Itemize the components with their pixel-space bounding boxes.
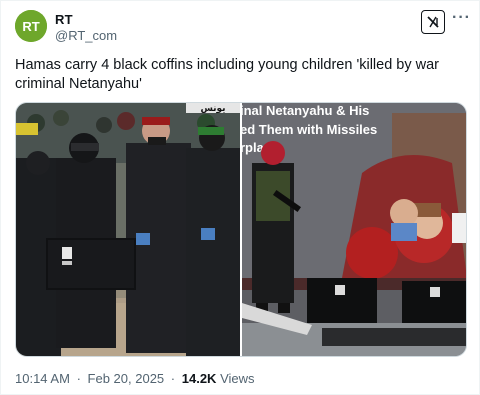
tweet-time[interactable]: 10:14 AM xyxy=(15,371,70,386)
author-name[interactable]: RT xyxy=(55,12,73,27)
separator: · xyxy=(170,371,176,386)
tweet-meta: 10:14 AM · Feb 20, 2025 · 14.2K Views xyxy=(15,371,255,386)
media-grid: يونس inal Netanyahu & His ed Them with M… xyxy=(15,102,467,357)
photo-coffin-carriers[interactable]: يونس xyxy=(16,103,240,356)
grok-icon[interactable] xyxy=(421,10,445,34)
views-label: Views xyxy=(220,371,255,386)
more-options-icon[interactable]: ··· xyxy=(452,9,471,27)
poster-line-1: inal Netanyahu & His xyxy=(242,103,369,118)
photo-stage-poster[interactable]: inal Netanyahu & His ed Them with Missil… xyxy=(242,103,466,356)
tweet-card: RT RT @RT_com ··· Hamas carry 4 black co… xyxy=(0,0,480,395)
separator: · xyxy=(76,371,81,386)
rt-logo-icon[interactable]: RT xyxy=(15,10,47,42)
avatar-text: RT xyxy=(22,19,39,34)
tweet-text: Hamas carry 4 black coffins including yo… xyxy=(15,57,440,92)
views-count[interactable]: 14.2K xyxy=(182,371,217,386)
banner-text: يونس xyxy=(200,104,225,114)
poster-line-2: ed Them with Missiles xyxy=(242,122,377,137)
tweet-date[interactable]: Feb 20, 2025 xyxy=(88,371,165,386)
author-handle[interactable]: @RT_com xyxy=(55,28,117,43)
